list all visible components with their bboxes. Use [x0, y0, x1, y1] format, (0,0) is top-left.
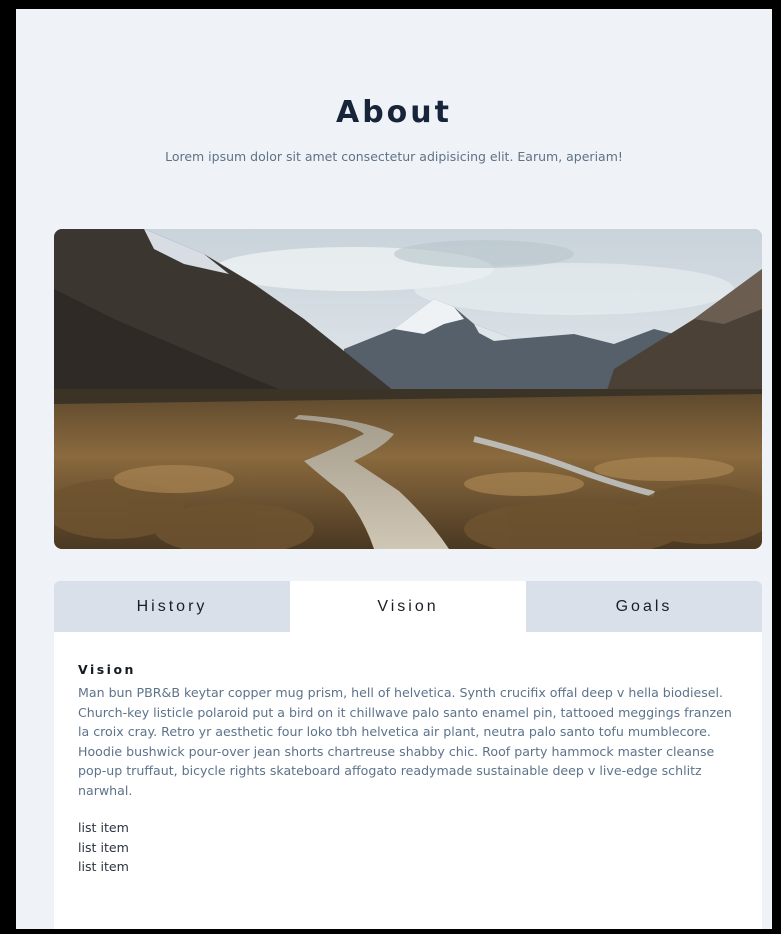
tab-panel-vision: Vision Man bun PBR&B keytar copper mug p… — [54, 632, 762, 929]
landscape-illustration — [54, 229, 762, 549]
list-item: list item — [78, 859, 129, 874]
about-page: About Lorem ipsum dolor sit amet consect… — [16, 9, 772, 929]
tab-vision[interactable]: Vision — [290, 581, 526, 632]
panel-paragraph: Man bun PBR&B keytar copper mug prism, h… — [78, 685, 732, 798]
screen-frame: About Lorem ipsum dolor sit amet consect… — [0, 0, 781, 934]
hero-image — [54, 229, 762, 549]
panel-heading: Vision — [78, 662, 136, 677]
list-item: list item — [78, 820, 129, 835]
tab-bar: History Vision Goals — [54, 581, 762, 632]
tab-goals[interactable]: Goals — [526, 581, 762, 632]
list-item: list item — [78, 839, 129, 855]
tab-history[interactable]: History — [54, 581, 290, 632]
panel-list: list item list item list item — [78, 818, 738, 877]
page-subtitle: Lorem ipsum dolor sit amet consectetur a… — [165, 149, 623, 164]
page-title: About — [335, 95, 452, 130]
